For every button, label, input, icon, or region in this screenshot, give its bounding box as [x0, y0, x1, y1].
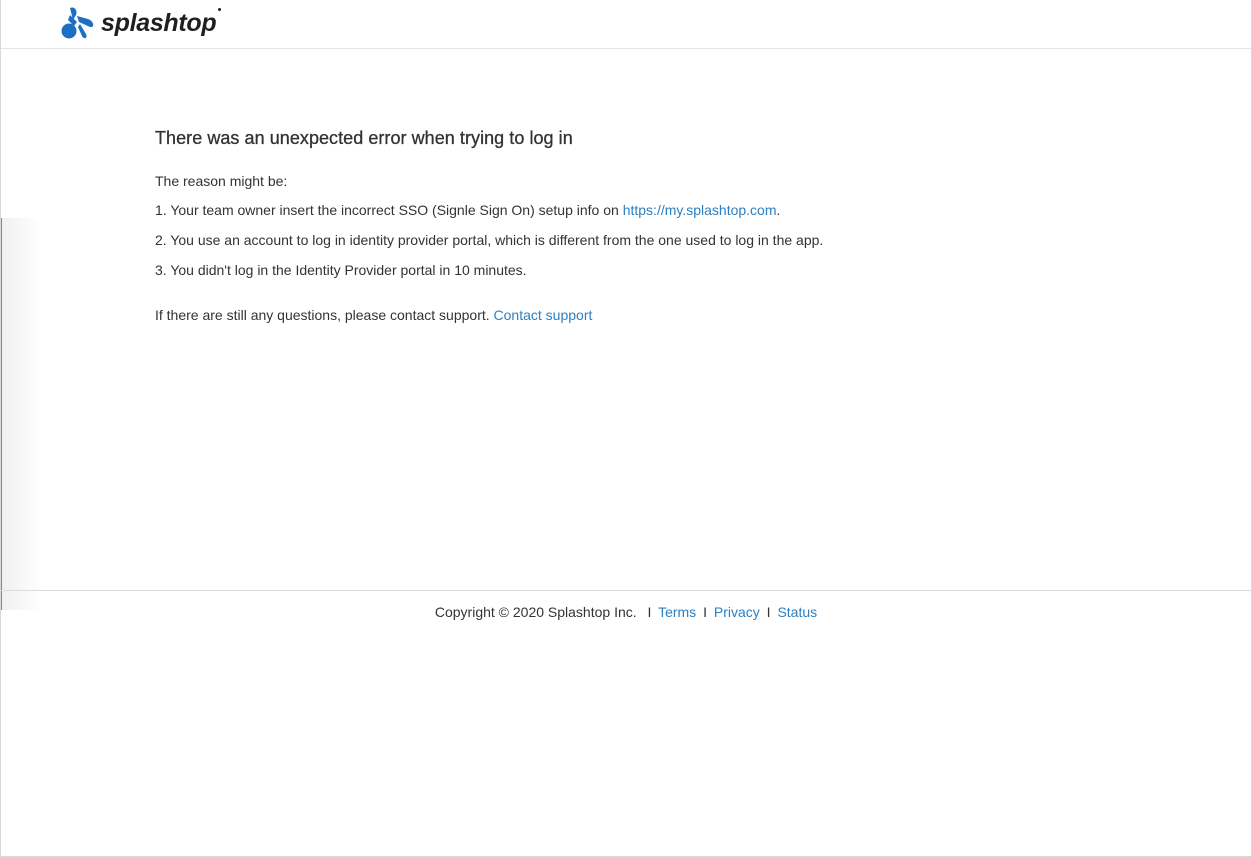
- reason-item-1: 1. Your team owner insert the incorrect …: [155, 202, 1055, 219]
- my-splashtop-link[interactable]: https://my.splashtop.com: [623, 202, 777, 218]
- reason-list: 1. Your team owner insert the incorrect …: [155, 202, 1055, 279]
- footer: Copyright © 2020 Splashtop Inc. I Terms …: [1, 604, 1251, 620]
- footer-separator: I: [766, 604, 771, 620]
- reason-1-period: .: [776, 202, 781, 218]
- support-line: If there are still any questions, please…: [155, 307, 1055, 323]
- page-title: There was an unexpected error when tryin…: [155, 128, 573, 148]
- footer-separator: I: [647, 604, 652, 620]
- contact-support-link[interactable]: Contact support: [494, 307, 593, 323]
- copyright-text: Copyright © 2020 Splashtop Inc.: [434, 604, 637, 620]
- terms-link[interactable]: Terms: [658, 604, 696, 620]
- reason-item-3: 3. You didn't log in the Identity Provid…: [155, 262, 527, 278]
- support-text: If there are still any questions, please…: [155, 307, 494, 323]
- header: splashtop: [1, 0, 1251, 49]
- reason-intro: The reason might be:: [155, 173, 288, 189]
- privacy-link[interactable]: Privacy: [714, 604, 760, 620]
- error-content: There was an unexpected error when tryin…: [155, 128, 1055, 323]
- logo-trademark-dot: [218, 8, 222, 11]
- footer-separator: I: [703, 604, 707, 620]
- left-edge-shadow: [1, 218, 42, 610]
- reason-1-text: 1. Your team owner insert the incorrect …: [155, 202, 623, 218]
- logo[interactable]: splashtop: [61, 5, 222, 41]
- reason-item-2: 2. You use an account to log in identity…: [155, 232, 824, 248]
- logo-text: splashtop: [101, 8, 217, 37]
- footer-divider: [1, 590, 1251, 591]
- page: splashtop There was an unexpected error …: [0, 0, 1252, 857]
- splashtop-logo-icon: [61, 6, 97, 40]
- status-link[interactable]: Status: [777, 604, 817, 620]
